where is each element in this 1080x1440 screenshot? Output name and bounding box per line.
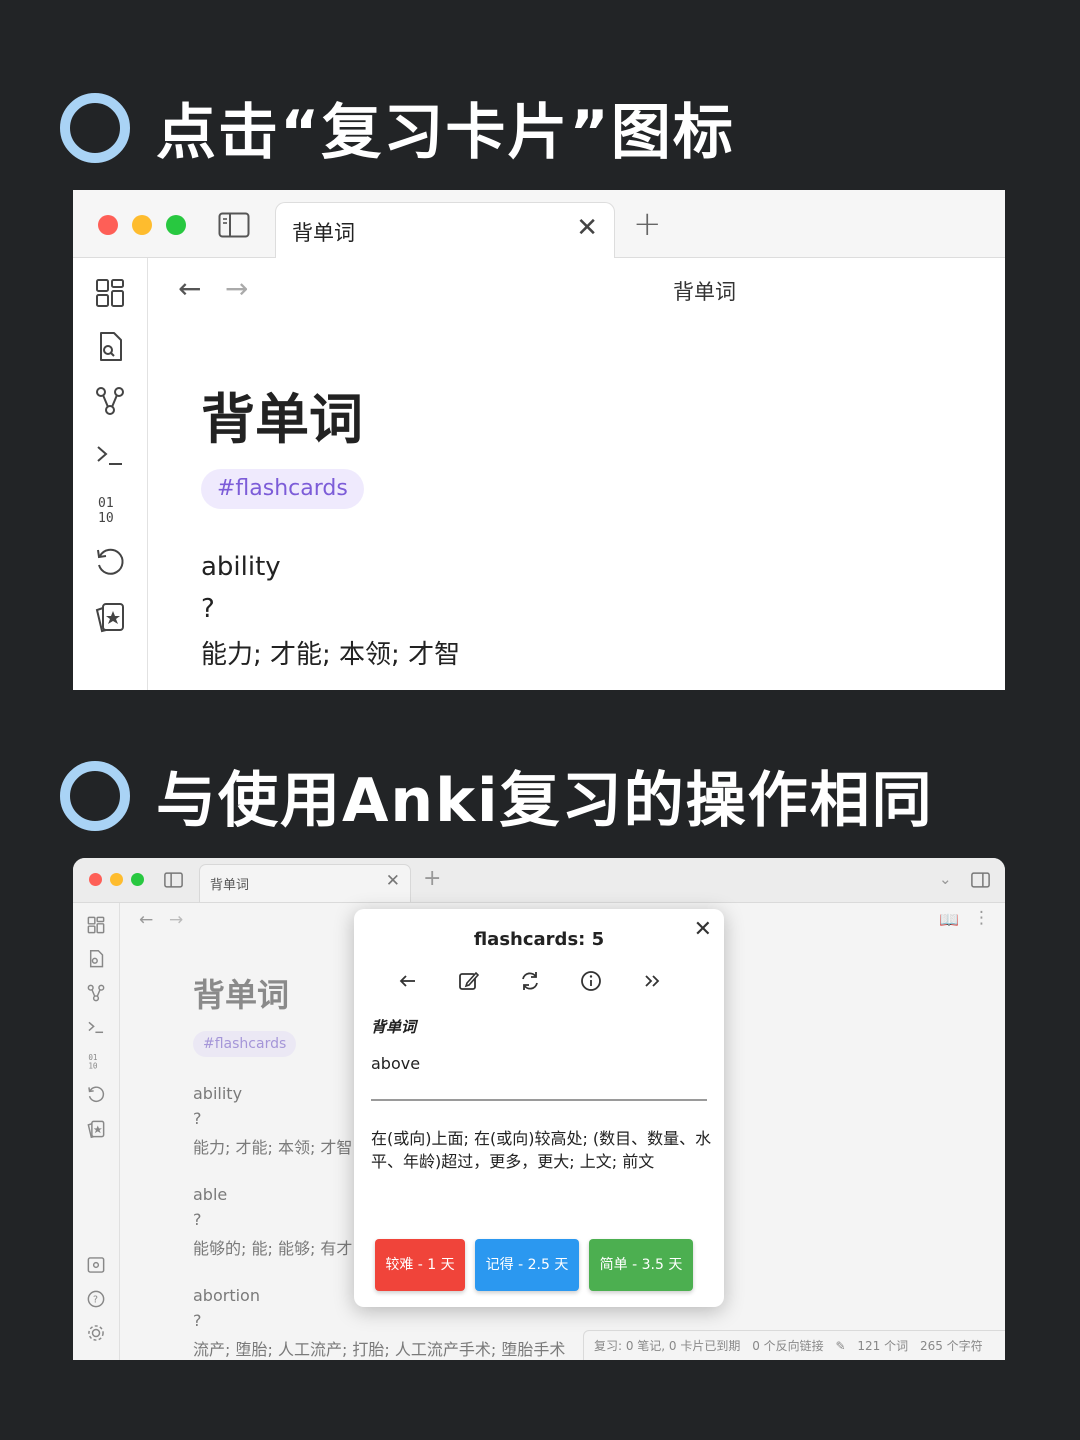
- graph-icon[interactable]: [86, 983, 106, 1003]
- note-line: 流产; 堕胎; 人工流产; 打胎; 人工流产手术; 堕胎手术: [193, 1340, 566, 1359]
- review-flashcards-icon[interactable]: [86, 1119, 106, 1139]
- note-title: 背单词: [201, 388, 363, 451]
- heading-text: 与使用Anki复习的操作相同: [156, 766, 934, 836]
- note-line: ?: [201, 594, 215, 624]
- view-title: 背单词: [673, 280, 736, 304]
- ring-bullet-icon: [60, 760, 130, 831]
- graph-icon[interactable]: [93, 384, 127, 418]
- close-window-button[interactable]: [98, 215, 118, 235]
- ribbon: 01 10 ?: [73, 903, 120, 1360]
- minimize-window-button[interactable]: [132, 215, 152, 235]
- hard-button[interactable]: 较难 - 1 天: [375, 1239, 465, 1291]
- right-sidebar-toggle-icon[interactable]: [971, 872, 990, 888]
- more-options-icon[interactable]: ⋮: [973, 908, 990, 928]
- pencil-icon[interactable]: ✎: [836, 1339, 846, 1353]
- review-flashcards-icon[interactable]: [93, 600, 127, 634]
- new-tab-icon[interactable]: +: [633, 204, 662, 244]
- tab-active[interactable]: 背单词 ✕: [275, 202, 615, 258]
- note-line: 能力; 才能; 本领; 才智: [193, 1138, 353, 1157]
- binary-icon[interactable]: 01 10: [93, 492, 127, 526]
- close-icon[interactable]: ✕: [576, 213, 598, 243]
- back-arrow-icon[interactable]: ←: [178, 272, 201, 305]
- card-front: above: [371, 1054, 421, 1073]
- svg-text:01: 01: [98, 496, 114, 511]
- forward-arrow-icon[interactable]: →: [169, 910, 183, 930]
- grid-icon[interactable]: [93, 276, 127, 310]
- ribbon: 01 10: [73, 258, 148, 690]
- skip-forward-icon[interactable]: [640, 969, 664, 993]
- note-line: abortion: [193, 1286, 260, 1305]
- note-line: 能够的; 能; 能够; 有才: [193, 1239, 353, 1258]
- terminal-icon[interactable]: [93, 438, 127, 472]
- back-arrow-icon[interactable]: [396, 969, 420, 993]
- close-window-button[interactable]: [89, 873, 102, 886]
- back-arrow-icon[interactable]: ←: [139, 910, 153, 930]
- easy-button[interactable]: 简单 - 3.5 天: [589, 1239, 693, 1291]
- note-line: ability: [201, 552, 281, 582]
- status-backlinks[interactable]: 0 个反向链接: [752, 1339, 823, 1353]
- edit-icon[interactable]: [457, 969, 481, 993]
- status-review[interactable]: 复习: 0 笔记, 0 卡片已到期: [594, 1339, 740, 1353]
- screenshot-app-window: 背单词 ✕ + 01 10 ← → 背单词 背单词 #flashcards ab…: [73, 190, 1005, 690]
- close-icon[interactable]: ✕: [386, 871, 400, 891]
- history-icon[interactable]: [86, 1085, 106, 1105]
- maximize-window-button[interactable]: [131, 873, 144, 886]
- section-heading-2: 与使用Anki复习的操作相同: [60, 752, 934, 839]
- status-words: 121 个词: [857, 1339, 909, 1353]
- chevron-down-icon[interactable]: ⌄: [939, 870, 952, 888]
- tab-bar: 背单词 ✕ + ⌄: [73, 858, 1005, 903]
- note-line: ?: [193, 1109, 202, 1128]
- vault-icon[interactable]: [86, 1255, 106, 1275]
- heading-text: 点击“复习卡片”图标: [156, 98, 735, 168]
- svg-text:10: 10: [98, 511, 114, 526]
- info-icon[interactable]: [579, 969, 603, 993]
- tab-label: 背单词: [210, 878, 250, 893]
- minimize-window-button[interactable]: [110, 873, 123, 886]
- status-bar: 复习: 0 笔记, 0 卡片已到期 0 个反向链接 ✎ 121 个词 265 个…: [583, 1330, 1005, 1360]
- close-icon[interactable]: ✕: [694, 917, 712, 942]
- note-line: 能力; 才能; 本领; 才智: [201, 640, 461, 670]
- help-icon[interactable]: ?: [86, 1289, 106, 1309]
- note-title: 背单词: [193, 976, 290, 1014]
- tag-flashcards[interactable]: #flashcards: [193, 1031, 297, 1057]
- sidebar-toggle-icon[interactable]: [218, 212, 250, 238]
- card-divider: [371, 1099, 707, 1101]
- refresh-icon[interactable]: [518, 969, 542, 993]
- section-heading-1: 点击“复习卡片”图标: [60, 84, 735, 171]
- grid-icon[interactable]: [86, 915, 106, 935]
- deck-name: 背单词: [371, 1018, 417, 1036]
- modal-title: flashcards: 5: [473, 929, 605, 950]
- tab-bar: 背单词 ✕ +: [73, 190, 1005, 258]
- status-chars: 265 个字符: [919, 1339, 983, 1353]
- card-back: 在(或向)上面; 在(或向)较高处; (数目、数量、水平、年龄)超过，更多，更大…: [371, 1129, 712, 1171]
- tag-flashcards[interactable]: #flashcards: [201, 469, 364, 509]
- svg-text:10: 10: [88, 1062, 98, 1071]
- settings-gear-icon[interactable]: [86, 1323, 106, 1343]
- terminal-icon[interactable]: [86, 1017, 106, 1037]
- new-tab-icon[interactable]: +: [423, 866, 441, 891]
- tab-active[interactable]: 背单词 ✕: [199, 864, 411, 902]
- history-icon[interactable]: [93, 546, 127, 580]
- screenshot-review-window: 背单词 ✕ + ⌄ 01 10 ? ← → 📖 ⋮ 背单词 #flashcard…: [73, 858, 1005, 1360]
- ring-bullet-icon: [60, 92, 130, 163]
- svg-text:01: 01: [88, 1053, 98, 1062]
- good-button[interactable]: 记得 - 2.5 天: [475, 1239, 579, 1291]
- tab-label: 背单词: [292, 221, 355, 245]
- svg-text:?: ?: [93, 1295, 98, 1306]
- note-line: ?: [193, 1311, 202, 1330]
- note-line: able: [193, 1185, 228, 1204]
- file-search-icon[interactable]: [93, 330, 127, 364]
- reading-view-icon[interactable]: 📖: [939, 910, 959, 929]
- forward-arrow-icon[interactable]: →: [225, 272, 248, 305]
- binary-icon[interactable]: 01 10: [86, 1051, 106, 1071]
- flashcard-review-modal: flashcards: 5 ✕ 背单词 above 在(或向)上面; 在(或向)…: [354, 909, 724, 1307]
- sidebar-toggle-icon[interactable]: [164, 872, 183, 888]
- maximize-window-button[interactable]: [166, 215, 186, 235]
- file-search-icon[interactable]: [86, 949, 106, 969]
- note-line: ability: [193, 1084, 243, 1103]
- note-line: ?: [193, 1210, 202, 1229]
